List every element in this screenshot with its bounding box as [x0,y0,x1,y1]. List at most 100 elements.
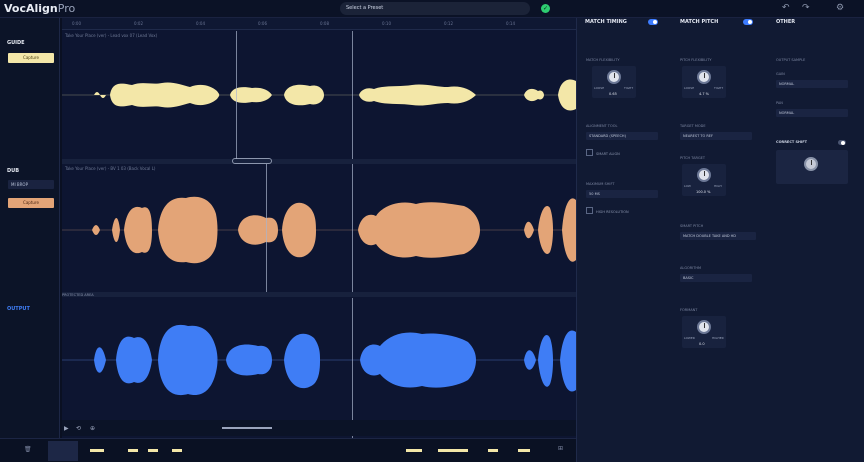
ruler-tick: 0:14 [506,21,515,26]
correct-shift-toggle[interactable] [838,140,846,145]
formant-left: LOWER [684,336,695,340]
time-ruler[interactable]: 0:00 0:02 0:04 0:06 0:08 0:10 0:12 0:14 [62,18,576,30]
vocalign-window: VocAlignPro Select a Preset ✓ ↶ ↷ ⚙ GUID… [0,0,864,462]
gain-label: GAIN [776,72,785,76]
guide-track-name: GUIDE [7,40,25,46]
status-ok-icon: ✓ [541,4,550,13]
pitch-flex-knob[interactable] [697,70,711,84]
preset-selector[interactable]: Select a Preset [340,2,530,15]
timing-algo-label: ALIGNMENT TOOL [586,124,618,128]
correct-shift-knob[interactable] [804,157,818,171]
preset-label: Select a Preset [346,5,384,11]
pitch-knob-right: TIGHT [714,86,724,90]
pitch-target-label: PITCH TARGET [680,156,706,160]
ruler-tick: 0:10 [382,21,391,26]
selection-marker[interactable] [266,164,267,292]
pitch-flex-label: PITCH FLEXIBILITY [680,58,712,62]
app-suffix: Pro [57,2,76,15]
correct-shift-box[interactable] [776,150,848,184]
settings-gear-icon[interactable]: ⚙ [836,3,844,13]
other-title: OTHER [776,19,796,25]
pan-label: PAN [776,101,783,105]
formant-knob-box[interactable]: LOWER HIGHER 0.0 [682,316,726,348]
high-res-checkbox[interactable]: HIGH RESOLUTION [586,207,629,214]
formant-value: 0.0 [699,342,705,346]
dub-waveform [62,196,576,264]
transport-bar: ▶ ⟲ ⊕ [62,420,576,436]
output-sample-label: OUTPUT SAMPLE [776,58,806,62]
match-timing-toggle[interactable] [648,19,658,25]
pitch-algo-select[interactable]: BASIC [680,274,752,282]
playhead[interactable] [352,164,353,292]
pitch-target-value: 100.0 % [696,190,711,194]
match-timing-title: MATCH TIMING [585,19,627,25]
smart-align-checkbox[interactable]: SMART ALIGN [586,149,620,156]
undo-icon[interactable]: ↶ [782,3,790,13]
pitch-knob-value: 4.7 % [699,92,710,96]
timing-flex-knob-box[interactable]: LOOSE TIGHT 0.65 [592,66,636,98]
dub-mode-select[interactable]: MI BROP [8,180,54,189]
ruler-tick: 0:02 [134,21,143,26]
timing-knob-left: LOOSE [594,86,605,90]
pitch-mode-select[interactable]: NEAREST TO REF [680,132,752,140]
guide-lane[interactable]: Take Your Place (ver) - Lead vox 07 (Lea… [62,31,576,159]
guide-capture-button[interactable]: Capture [8,53,54,63]
pitch-target-knob-box[interactable]: LOW HIGH 100.0 % [682,164,726,196]
expand-icon[interactable]: ⊞ [558,445,563,452]
app-name: VocAlign [4,2,58,15]
playhead[interactable] [352,31,353,159]
timing-knob-right: TIGHT [624,86,634,90]
pitch-flex-knob-box[interactable]: LOOSE TIGHT 4.7 % [682,66,726,98]
guide-waveform [62,79,576,111]
correct-shift-label: CORRECT SHIFT [776,140,808,144]
lane-separator [62,292,576,297]
dub-lane[interactable]: Take Your Place (ver) - BV 1 03 (Back Vo… [62,164,576,292]
output-waveform [62,324,576,396]
app-logo: VocAlignPro [4,2,75,15]
formant-knob[interactable] [697,320,711,334]
pitch-target-right: HIGH [714,184,722,188]
protected-area-label: PROTECTED AREA [62,293,94,297]
dub-capture-button[interactable]: Capture [8,198,54,208]
smart-pitch-select[interactable]: MATCH DOUBLE TAKE AND HD [680,232,756,240]
output-track-name: OUTPUT [7,306,30,312]
output-lane[interactable] [62,298,576,438]
pitch-target-left: LOW [684,184,691,188]
match-pitch-title: MATCH PITCH [680,19,719,25]
smart-pitch-label: SMART PITCH [680,224,704,228]
ruler-tick: 0:08 [320,21,329,26]
pitch-mode-label: TARGET MODE [680,124,706,128]
ruler-tick: 0:12 [444,21,453,26]
overview-bar[interactable]: 🗑 ⊞ [0,438,576,462]
gain-select[interactable]: NORMAL [776,80,848,88]
ruler-tick: 0:00 [72,21,81,26]
play-icon[interactable]: ▶ [64,425,69,432]
timeline[interactable]: 0:00 0:02 0:04 0:06 0:08 0:10 0:12 0:14 … [62,18,576,438]
trash-icon[interactable]: 🗑 [24,446,32,453]
timing-flex-knob[interactable] [607,70,621,84]
formant-right: HIGHER [712,336,724,340]
overview-waveform [90,449,530,452]
timing-algo-select[interactable]: STANDARD (SPEECH) [586,132,658,140]
timing-shift-label: MAXIMUM SHIFT [586,182,615,186]
loop-icon[interactable]: ⟲ [76,425,81,432]
formant-label: FORMANT [680,308,698,312]
pitch-algo-label: ALGORITHM [680,266,702,270]
ruler-tick: 0:04 [196,21,205,26]
match-pitch-toggle[interactable] [743,19,753,25]
ruler-tick: 0:06 [258,21,267,26]
track-headers: GUIDE Capture DUB MI BROP Capture OUTPUT [0,18,60,438]
scrollbar-thumb[interactable] [222,427,272,429]
timing-shift-select[interactable]: 50 MS [586,190,658,198]
playhead[interactable] [352,298,353,438]
top-bar: VocAlignPro Select a Preset ✓ ↶ ↷ ⚙ [0,0,864,18]
pan-select[interactable]: NORMAL [776,109,848,117]
pitch-knob-left: LOOSE [684,86,695,90]
zoom-icon[interactable]: ⊕ [90,425,95,432]
timing-flex-label: MATCH FLEXIBILITY [586,58,620,62]
timing-knob-value: 0.65 [609,92,617,96]
pitch-target-knob[interactable] [697,168,711,182]
selection-marker[interactable] [236,31,237,159]
redo-icon[interactable]: ↷ [802,3,810,13]
dub-track-name: DUB [7,168,20,174]
